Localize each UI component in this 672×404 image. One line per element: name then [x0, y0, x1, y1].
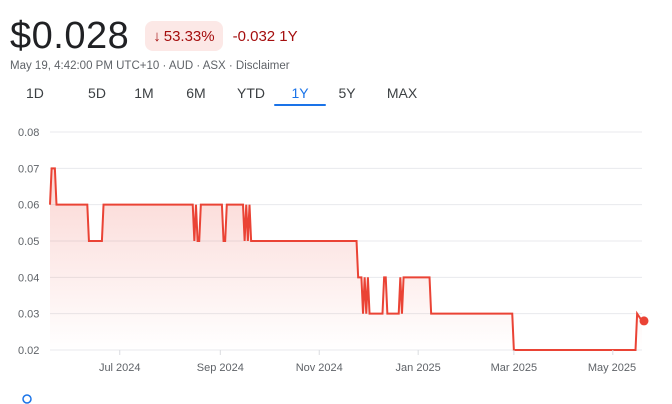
quote-header: $0.028 ↓ 53.33% -0.032 1Y	[10, 14, 298, 58]
last-price-marker	[639, 316, 649, 326]
x-tick-label: May 2025	[588, 362, 636, 374]
range-tabs: 1D 5D 1M 6M YTD 1Y 5Y MAX	[10, 84, 432, 108]
info-icon	[22, 394, 32, 404]
x-tick-label: Mar 2025	[491, 362, 537, 374]
current-price: $0.028	[10, 15, 130, 57]
y-tick-label: 0.03	[18, 309, 39, 321]
x-tick-label: Jul 2024	[99, 362, 141, 374]
y-tick-label: 0.08	[18, 127, 39, 139]
tab-1d[interactable]: 1D	[10, 84, 74, 108]
price-chart[interactable]: 0.08 0.07 0.06 0.05 0.04 0.03 0.02 Jul 2024 Sep…	[0, 110, 672, 385]
tab-5y[interactable]: 5Y	[322, 84, 372, 108]
tab-max[interactable]: MAX	[372, 84, 432, 108]
x-tick-label: Nov 2024	[296, 362, 343, 374]
absolute-change: -0.032 1Y	[232, 27, 298, 45]
x-tick-label: Jan 2025	[396, 362, 441, 374]
x-tick-label: Sep 2024	[197, 362, 244, 374]
y-tick-label: 0.06	[18, 200, 39, 212]
y-tick-label: 0.05	[18, 236, 39, 248]
price-area	[50, 168, 642, 350]
tab-6m[interactable]: 6M	[168, 84, 224, 108]
y-tick-label: 0.02	[18, 345, 39, 357]
percent-change-badge: ↓ 53.33%	[145, 21, 223, 51]
y-tick-label: 0.04	[18, 272, 39, 284]
arrow-down-icon: ↓	[153, 27, 161, 45]
quote-meta: May 19, 4:42:00 PM UTC+10 · AUD · ASX · …	[10, 60, 290, 72]
tab-5d[interactable]: 5D	[74, 84, 120, 108]
percent-change-value: 53.33%	[163, 27, 215, 45]
tab-1m[interactable]: 1M	[120, 84, 168, 108]
tab-ytd[interactable]: YTD	[224, 84, 278, 108]
tab-1y[interactable]: 1Y	[274, 84, 326, 108]
y-tick-label: 0.07	[18, 163, 39, 175]
